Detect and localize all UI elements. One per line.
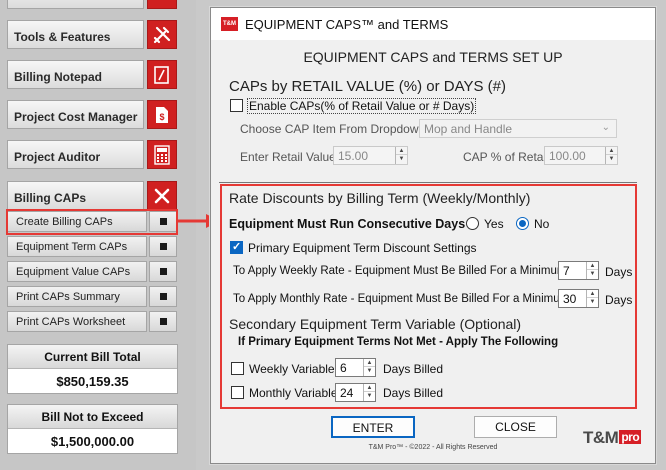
weekly-min-input[interactable]: 7 ▲ ▼ (558, 261, 599, 280)
sub-item-print-caps-worksheet[interactable]: Print CAPs Worksheet (7, 311, 147, 332)
cap-item-value: Mop and Handle (424, 122, 513, 136)
sidebar-item-project-cost-manager[interactable]: Project Cost Manager (7, 100, 144, 129)
weekly-variable-value: 6 (340, 361, 347, 375)
primary-term-checkbox[interactable] (230, 240, 243, 254)
spinner-arrows-icon[interactable]: ▲ ▼ (605, 147, 617, 164)
monthly-variable-checkbox[interactable] (231, 386, 244, 399)
monthly-days-billed-label: Days Billed (383, 386, 444, 400)
monthly-variable-input[interactable]: 24 ▲ ▼ (335, 383, 376, 402)
divider (219, 182, 637, 183)
secondary-heading: Secondary Equipment Term Variable (Optio… (229, 316, 522, 332)
consecutive-yes-radio[interactable] (466, 217, 479, 230)
sidebar-partial-icon[interactable] (147, 0, 177, 9)
consecutive-days-label: Equipment Must Run Consecutive Days (229, 217, 466, 231)
brand-logo-badge: pro (619, 430, 642, 444)
sidebar-item-project-auditor[interactable]: Project Auditor (7, 140, 144, 169)
spinner-arrows-icon[interactable]: ▲ ▼ (586, 262, 598, 279)
enable-caps-label[interactable]: Enable CAPs(% of Retail Value or # Days) (247, 98, 477, 114)
notepad-icon[interactable] (147, 60, 177, 89)
monthly-variable-value: 24 (340, 386, 354, 400)
spinner-arrows-icon[interactable]: ▲ ▼ (363, 384, 375, 401)
app-logo-icon: T&M (221, 17, 238, 31)
monthly-min-value: 30 (563, 292, 577, 306)
weekly-rate-label: To Apply Weekly Rate - Equipment Must Be… (233, 265, 580, 277)
current-bill-total: Current Bill Total $850,159.35 (7, 344, 178, 394)
rate-heading: Rate Discounts by Billing Term (Weekly/M… (229, 190, 531, 206)
window-title: EQUIPMENT CAPS™ and TERMS (245, 17, 449, 32)
sub-item-equipment-term-caps[interactable]: Equipment Term CAPs (7, 236, 147, 257)
not-to-exceed-label: Bill Not to Exceed (8, 405, 177, 429)
dialog-heading: EQUIPMENT CAPS and TERMS SET UP (303, 49, 563, 65)
chevron-down-icon: ⌄ (601, 122, 610, 133)
retail-value-input[interactable]: 15.00 ▲ ▼ (333, 146, 408, 165)
equipment-caps-dialog: T&M EQUIPMENT CAPS™ and TERMS EQUIPMENT … (210, 7, 656, 464)
brand-logo: T&M pro (583, 428, 642, 448)
calculator-icon[interactable] (147, 140, 177, 169)
cap-percent-label: CAP % of Retail (463, 150, 549, 164)
highlight-box (6, 209, 178, 235)
spinner-arrows-icon[interactable]: ▲ ▼ (363, 359, 375, 376)
sidebar-item-billing-notepad[interactable]: Billing Notepad (7, 60, 144, 89)
square-icon[interactable] (149, 261, 177, 282)
consecutive-no-radio[interactable] (516, 217, 529, 230)
spinner-arrows-icon[interactable]: ▲ ▼ (395, 147, 407, 164)
weekly-min-value: 7 (563, 264, 570, 278)
bill-not-to-exceed: Bill Not to Exceed $1,500,000.00 (7, 404, 178, 454)
svg-text:$: $ (159, 112, 164, 122)
brand-logo-text: T&M (583, 428, 619, 447)
cost-manager-icon[interactable]: $ (147, 100, 177, 129)
monthly-days-label: Days (605, 293, 633, 307)
spinner-arrows-icon[interactable]: ▲ ▼ (586, 290, 598, 307)
sidebar-item-tools[interactable]: Tools & Features (7, 20, 144, 49)
retail-value: 15.00 (338, 149, 369, 163)
tools-icon[interactable] (147, 20, 177, 49)
choose-cap-label: Choose CAP Item From Dropdown (240, 122, 426, 136)
square-icon[interactable] (149, 286, 177, 307)
monthly-min-input[interactable]: 30 ▲ ▼ (558, 289, 599, 308)
weekly-variable-checkbox[interactable] (231, 362, 244, 375)
consecutive-yes-label[interactable]: Yes (484, 217, 504, 231)
cap-percent-value: 100.00 (549, 149, 586, 163)
sub-item-equipment-value-caps[interactable]: Equipment Value CAPs (7, 261, 147, 282)
left-sidebar: Tools & Features Billing Notepad Project… (0, 0, 196, 470)
square-icon[interactable] (149, 311, 177, 332)
cap-item-dropdown[interactable]: Mop and Handle ⌄ (419, 119, 617, 138)
enter-button[interactable]: ENTER (331, 416, 415, 438)
current-bill-label: Current Bill Total (8, 345, 177, 369)
secondary-subheading: If Primary Equipment Terms Not Met - App… (238, 336, 559, 348)
monthly-variable-label[interactable]: Monthly Variable (249, 386, 338, 400)
close-button[interactable]: CLOSE (474, 416, 557, 438)
primary-term-label[interactable]: Primary Equipment Term Discount Settings (248, 241, 477, 255)
sidebar-item-partial[interactable] (7, 0, 144, 9)
sidebar-item-billing-caps[interactable]: Billing CAPs (7, 181, 144, 210)
weekly-variable-input[interactable]: 6 ▲ ▼ (335, 358, 376, 377)
retail-value-label: Enter Retail Value (240, 150, 336, 164)
square-icon[interactable] (149, 236, 177, 257)
monthly-rate-label: To Apply Monthly Rate - Equipment Must B… (233, 293, 582, 305)
sub-item-print-caps-summary[interactable]: Print CAPs Summary (7, 286, 147, 307)
not-to-exceed-value: $1,500,000.00 (8, 429, 177, 453)
consecutive-no-label[interactable]: No (534, 217, 549, 231)
weekly-variable-label[interactable]: Weekly Variable (249, 362, 335, 376)
weekly-days-billed-label: Days Billed (383, 362, 444, 376)
current-bill-value: $850,159.35 (8, 369, 177, 393)
weekly-days-label: Days (605, 265, 633, 279)
caps-heading: CAPs by RETAIL VALUE (%) or DAYS (#) (229, 78, 507, 95)
enable-caps-checkbox[interactable] (230, 99, 243, 112)
close-icon[interactable] (147, 181, 177, 210)
title-bar: T&M EQUIPMENT CAPS™ and TERMS (211, 8, 655, 40)
cap-percent-input[interactable]: 100.00 ▲ ▼ (544, 146, 618, 165)
